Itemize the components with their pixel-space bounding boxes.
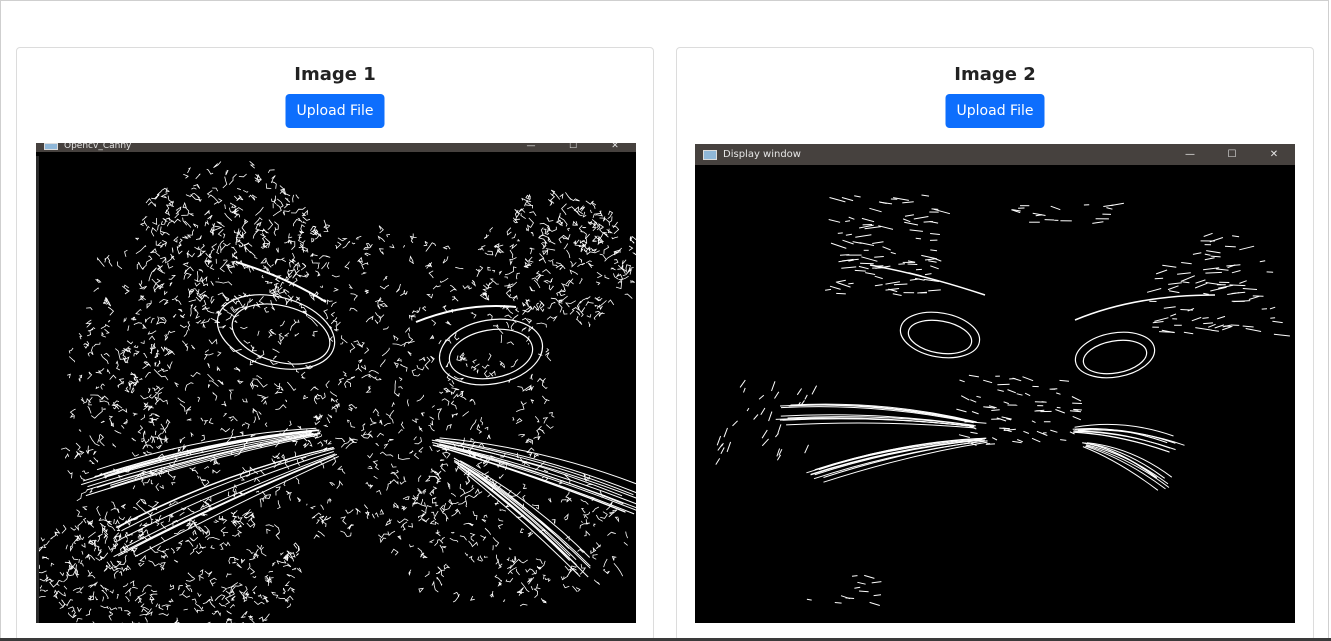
canny-edge-screenshot: Opencv_Canny — ☐ ✕ (36, 143, 636, 623)
cat-edge-drawing (715, 194, 1290, 606)
maximize-icon: ☐ (568, 143, 578, 151)
window-app-icon (44, 143, 58, 150)
card-title: Image 2 (954, 64, 1036, 85)
image-edge-stripe (36, 156, 39, 623)
cat-edge-drawing (36, 160, 636, 623)
window-title: Opencv_Canny (64, 143, 132, 151)
maximize-icon: ☐ (1227, 149, 1237, 160)
minimize-icon: — (1185, 149, 1195, 160)
window-titlebar: Display window — ☐ ✕ (695, 144, 1295, 165)
minimize-icon: — (526, 143, 536, 151)
edge-image-content (695, 165, 1295, 623)
window-titlebar: Opencv_Canny — ☐ ✕ (36, 143, 636, 152)
card-title: Image 1 (294, 64, 376, 85)
upload-file-button[interactable]: Upload File (945, 94, 1045, 128)
window-app-icon (703, 150, 717, 160)
close-icon: ✕ (611, 143, 619, 151)
display-window-screenshot: Display window — ☐ ✕ (695, 144, 1295, 623)
edge-image-content (36, 152, 636, 623)
image-card-2: Image 2 Upload File Display window — ☐ ✕ (676, 47, 1314, 641)
upload-file-button[interactable]: Upload File (285, 94, 385, 128)
image-card-1: Image 1 Upload File Opencv_Canny — ☐ ✕ (16, 47, 654, 641)
close-icon: ✕ (1269, 149, 1279, 160)
window-title: Display window (723, 149, 801, 160)
